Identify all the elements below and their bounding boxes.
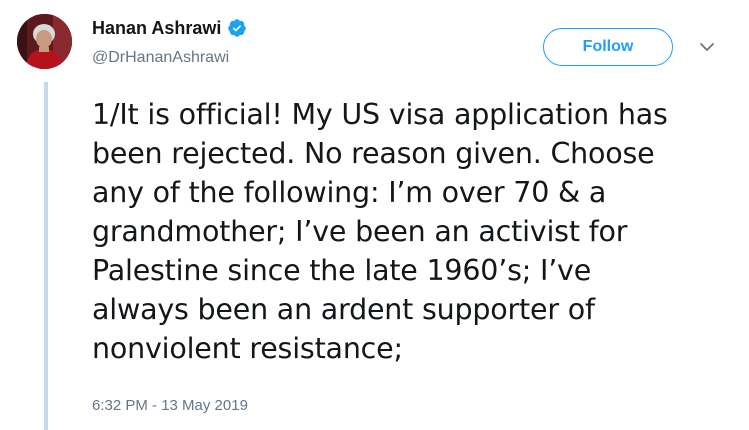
display-name[interactable]: Hanan Ashrawi — [92, 17, 221, 39]
user-handle[interactable]: @DrHananAshrawi — [92, 48, 229, 68]
thread-connector-line — [44, 82, 48, 430]
follow-button[interactable]: Follow — [543, 28, 673, 66]
tweet-card: Hanan Ashrawi @DrHananAshrawi Follow 1/I… — [0, 0, 749, 430]
tweet-timestamp[interactable]: 6:32 PM - 13 May 2019 — [92, 396, 248, 416]
chevron-down-icon[interactable] — [697, 37, 717, 57]
verified-badge-icon — [228, 19, 247, 37]
name-row: Hanan Ashrawi — [92, 17, 247, 39]
profile-photo-icon — [17, 14, 72, 69]
avatar[interactable] — [17, 14, 72, 69]
tweet-text: 1/It is official! My US visa application… — [92, 98, 668, 365]
